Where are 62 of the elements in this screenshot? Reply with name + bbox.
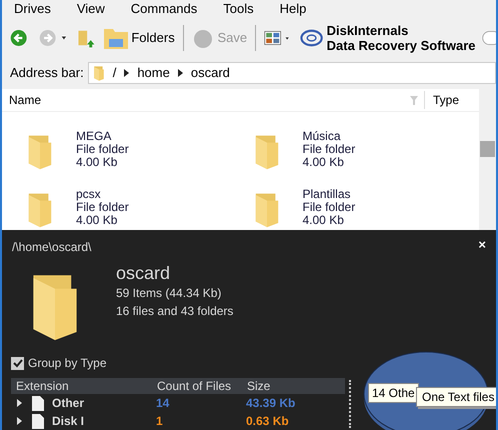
file-icon [32, 414, 44, 428]
column-header[interactable]: Name [2, 91, 410, 109]
column-header[interactable]: Extension [11, 377, 157, 395]
file-type: File folder [302, 201, 356, 214]
item-count: 59 Items (44.34 Kb) [116, 285, 222, 302]
breadcrumb[interactable]: / [112, 63, 116, 83]
scrollbar[interactable] [479, 89, 496, 230]
file-type: File folder [302, 143, 356, 156]
file-size: 4.00 Kb [76, 214, 118, 227]
column-header[interactable]: Count of Files [157, 377, 247, 395]
view-tiles-icon[interactable] [264, 28, 282, 48]
close-button[interactable]: × [478, 238, 486, 256]
menu-item[interactable]: Drives [14, 0, 51, 16]
breadcrumb[interactable]: home [137, 63, 170, 83]
caret-icon [124, 69, 130, 77]
file-count: 14 [156, 395, 170, 412]
column-header[interactable]: Size [247, 377, 270, 395]
file-size: 0.63 Kb [246, 413, 289, 430]
checkbox-label: Group by Type [28, 355, 106, 372]
file-name: MEGA [76, 130, 112, 143]
pie-label: One Text files [416, 387, 496, 407]
file-size: 43.39 Kb [246, 395, 296, 412]
file-type: File folder [76, 143, 129, 156]
brand-name: DiskInternals [326, 23, 410, 38]
file-tile[interactable]: Plantillas File folder 4.00 Kb [252, 188, 479, 230]
file-size: 4.00 Kb [76, 156, 118, 169]
file-tile[interactable]: pcsx File folder 4.00 Kb [26, 188, 252, 230]
expand-arrow-icon[interactable] [17, 417, 22, 425]
menu-item[interactable]: View [76, 0, 105, 16]
caret-icon[interactable] [285, 36, 290, 40]
checkmark-icon [12, 358, 22, 368]
summary-text: 16 files and 43 folders [116, 303, 234, 320]
address-field[interactable]: / home oscard [88, 62, 496, 84]
file-tile[interactable]: MEGA File folder 4.00 Kb [26, 130, 252, 172]
file-tile[interactable]: Música File folder 4.00 Kb [252, 130, 479, 172]
file-type: File folder [76, 201, 129, 214]
menu-item[interactable]: Tools [223, 0, 254, 16]
file-name: pcsx [76, 188, 102, 201]
extension-name: Other [51, 395, 86, 412]
breadcrumb[interactable]: oscard [190, 63, 230, 83]
caret-icon [178, 69, 183, 77]
pie-label: 14 Othe [368, 383, 419, 403]
extension-name: Disk I [51, 413, 86, 430]
menu-item[interactable]: Help [280, 0, 306, 16]
folders-button[interactable]: Folders [103, 26, 175, 50]
folder-icon [103, 26, 130, 50]
brand-subtitle: Data Recovery Software [326, 38, 476, 53]
expand-arrow-icon[interactable] [17, 399, 22, 407]
caret-icon[interactable] [60, 35, 67, 41]
file-name: Plantillas [302, 188, 352, 201]
file-size: 4.00 Kb [302, 214, 345, 227]
path-text: /\home\oscard\ [12, 239, 92, 256]
file-size: 4.00 Kb [302, 156, 345, 169]
file-name: Música [302, 130, 342, 143]
group-checkbox[interactable] [11, 356, 24, 370]
folder-title: oscard [116, 262, 172, 284]
file-icon [32, 396, 44, 410]
splitter-handle[interactable] [349, 380, 351, 428]
folder-icon [92, 65, 105, 81]
file-count: 1 [156, 413, 164, 430]
address-label: Address bar: [10, 64, 84, 82]
menu-item[interactable]: Commands [130, 0, 198, 16]
